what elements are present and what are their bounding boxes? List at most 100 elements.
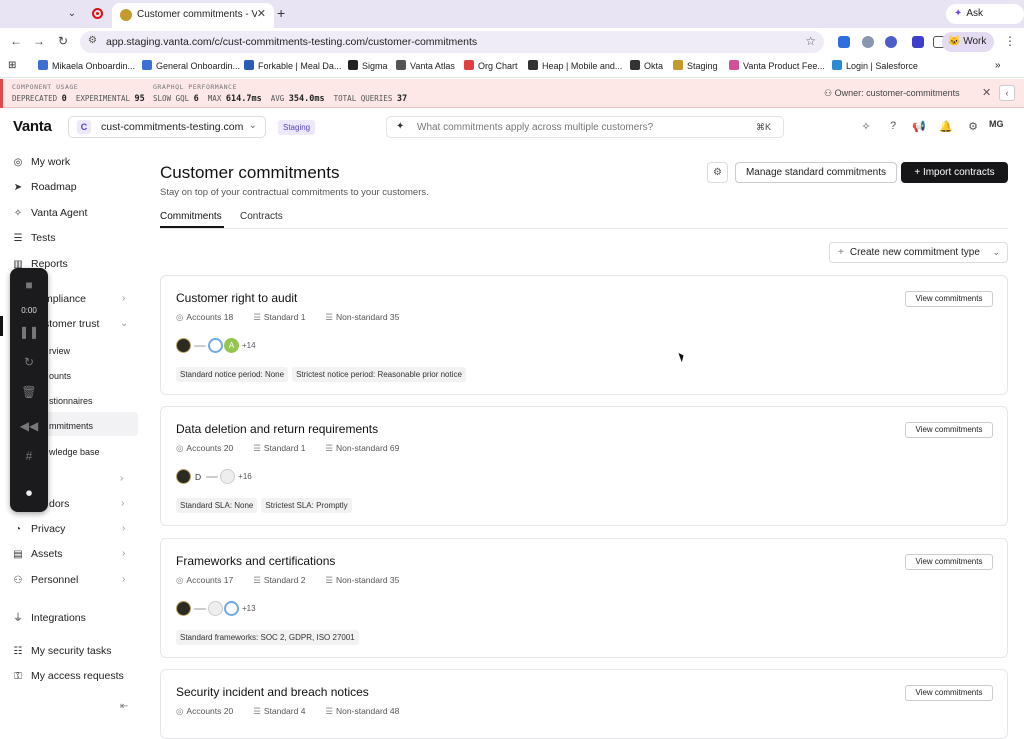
bookmark-item[interactable]: Sigma [348,60,388,71]
sidebar-item-personnel[interactable]: ⚇ Personnel › [12,574,126,594]
bookmark-item[interactable]: Org Chart [464,60,518,71]
sidebar-subitem-commitments[interactable]: mmitments [49,421,93,431]
tab-contracts[interactable]: Contracts [240,211,283,222]
sidebar-item-customer-trust[interactable]: stomer trust ⌄ [44,318,128,338]
profile-work-button[interactable]: 🐱 Work [942,32,995,52]
sidebar-item-label: dors [49,498,70,510]
sidebar-item-my-work[interactable]: ◎ My work [12,156,70,176]
sidebar-item-my-security-tasks[interactable]: ☷ My security tasks [12,645,112,665]
ask-gemini-button[interactable]: ✦Ask Gemini [946,4,1024,39]
bookmark-item[interactable]: Staging [673,60,718,71]
tab-close-icon[interactable]: ✕ [257,7,266,20]
sidebar-item-roadmap[interactable]: ➤ Roadmap [12,181,77,201]
search-input[interactable]: ✦ What commitments apply across multiple… [386,116,784,138]
sidebar-item-privacy[interactable]: ◔ Privacy › [12,523,125,543]
collapse-sidebar-icon[interactable]: ⇤ [120,701,128,712]
browser-menu-icon[interactable]: ⋮ [1004,34,1016,48]
nonstandard-count: Non-standard 48 [336,706,400,716]
rewind-icon[interactable]: ◀◀ [10,419,48,433]
bookmark-star-icon[interactable]: ☆ [805,34,816,48]
apps-grid-icon[interactable]: ⊞ [8,60,16,71]
sidebar-item-tests[interactable]: ☰ Tests [12,232,56,252]
customer-logo-icon [194,607,206,610]
bookmark-item[interactable]: Login | Salesforce [832,60,918,71]
create-commitment-type-button[interactable]: + Create new commitment type ⌄ [829,242,1008,263]
bookmark-label: Okta [644,61,664,71]
commitment-card[interactable]: Customer right to audit ◎ Accounts 18 ☰ Sta… [160,275,1008,395]
manage-standard-commitments-button[interactable]: Manage standard commitments [735,162,897,183]
site-info-icon[interactable]: ⚙ [88,35,97,46]
bell-icon[interactable]: 🔔 [939,120,953,133]
tab-search-chevron-icon[interactable]: ⌄ [64,6,80,22]
banner-accent [0,79,3,108]
extension-1-icon[interactable] [838,36,850,48]
commitment-card[interactable]: Data deletion and return requirements ◎ A… [160,406,1008,526]
address-bar[interactable]: ⚙ app.staging.vanta.com/c/cust-commitmen… [80,31,824,53]
view-commitments-button[interactable]: View commitments [905,685,993,701]
browser-tab-active[interactable]: Customer commitments - Va ✕ [112,3,274,28]
camera-icon[interactable]: ⏺ [10,486,48,501]
view-commitments-button[interactable]: View commitments [905,554,993,570]
url-text[interactable]: app.staging.vanta.com/c/cust-commitments… [106,36,477,48]
sidebar-subitem-questionnaires[interactable]: stionnaires [49,396,93,406]
help-icon[interactable]: ? [886,120,900,132]
sidebar-subitem-overview[interactable]: rview [49,346,70,356]
import-contracts-label: Import contracts [922,167,995,178]
extension-2-icon[interactable] [862,36,874,48]
import-contracts-button[interactable]: + Import contracts [901,162,1008,183]
drag-handle[interactable] [0,316,3,336]
bookmark-item[interactable]: Heap | Mobile and... [528,60,622,71]
bookmark-item[interactable]: Mikaela Onboardin... [38,60,135,71]
sparkle-icon[interactable]: ✧ [859,120,873,133]
view-commitments-button[interactable]: View commitments [905,422,993,438]
recording-indicator-icon[interactable] [92,8,103,19]
back-arrow-icon[interactable]: ← [8,34,24,48]
bookmark-favicon-icon [38,60,48,70]
restart-icon[interactable]: ↻ [10,355,48,369]
bookmark-item[interactable]: Vanta Atlas [396,60,455,71]
stop-icon[interactable]: ■ [10,278,48,292]
sidebar-item-vanta-agent[interactable]: ✧ Vanta Agent [12,207,88,227]
list-icon: ☰ [13,233,23,244]
bookmark-item[interactable]: Okta [630,60,663,71]
trash-icon[interactable]: 🗑 [10,385,48,399]
sidebar-item-integrations[interactable]: ⏚ Integrations [12,609,86,629]
reload-icon[interactable]: ↻ [55,34,71,48]
extension-3-icon[interactable] [885,36,897,48]
commitment-card[interactable]: Frameworks and certifications ◎ Accounts … [160,538,1008,658]
bookmarks-overflow-icon[interactable]: » [995,60,1001,71]
pause-icon[interactable]: ❚❚ [10,325,48,339]
sidebar-subitem-knowledge-base[interactable]: wledge base [49,447,100,457]
browser-toolbar: ← → ↻ ⚙ app.staging.vanta.com/c/cust-com… [0,28,1024,56]
sidebar-item-vendors[interactable]: dors › [49,498,124,518]
commitment-card[interactable]: Security incident and breach notices ◎ Ac… [160,669,1008,739]
accounts-count: Accounts 18 [186,312,234,322]
view-commitments-button[interactable]: View commitments [905,291,993,307]
sidebar-item-assets[interactable]: ▤ Assets › [12,548,125,568]
sidebar-item-my-access-requests[interactable]: ⚿ My access requests [12,670,124,690]
announcements-icon[interactable]: 📢 [912,120,926,133]
sidebar-item-compliance[interactable]: mpliance › [44,293,125,313]
bookmark-favicon-icon [832,60,842,70]
workspace-badge: C [77,120,91,134]
grid-icon[interactable]: # [10,449,48,463]
extension-4-icon[interactable] [912,36,924,48]
bookmark-item[interactable]: Forkable | Meal Da... [244,60,341,71]
new-tab-plus-icon[interactable]: + [277,5,285,21]
sidebar-subitem-accounts[interactable]: ounts [49,371,71,381]
tab-commitments[interactable]: Commitments [160,211,222,222]
banner-collapse-button[interactable]: ‹ [999,85,1015,101]
workspace-switcher[interactable]: C cust-commitments-testing.com ⌄ [68,116,266,138]
user-avatar[interactable]: MG [989,119,1004,129]
forward-arrow-icon[interactable]: → [31,34,47,48]
deprecated-value: 0 [61,94,67,104]
gear-icon[interactable]: ⚙ [966,120,980,133]
bookmark-item[interactable]: General Onboardin... [142,60,240,71]
sidebar-item-label: Personnel [31,574,79,586]
banner-close-icon[interactable]: ✕ [982,86,991,99]
vanta-logo[interactable]: Vanta [13,118,52,135]
assets-icon: ▤ [13,549,23,560]
settings-gear-button[interactable]: ⚙ [707,162,728,183]
chevron-right-icon: › [121,498,125,509]
bookmark-item[interactable]: Vanta Product Fee... [729,60,825,71]
